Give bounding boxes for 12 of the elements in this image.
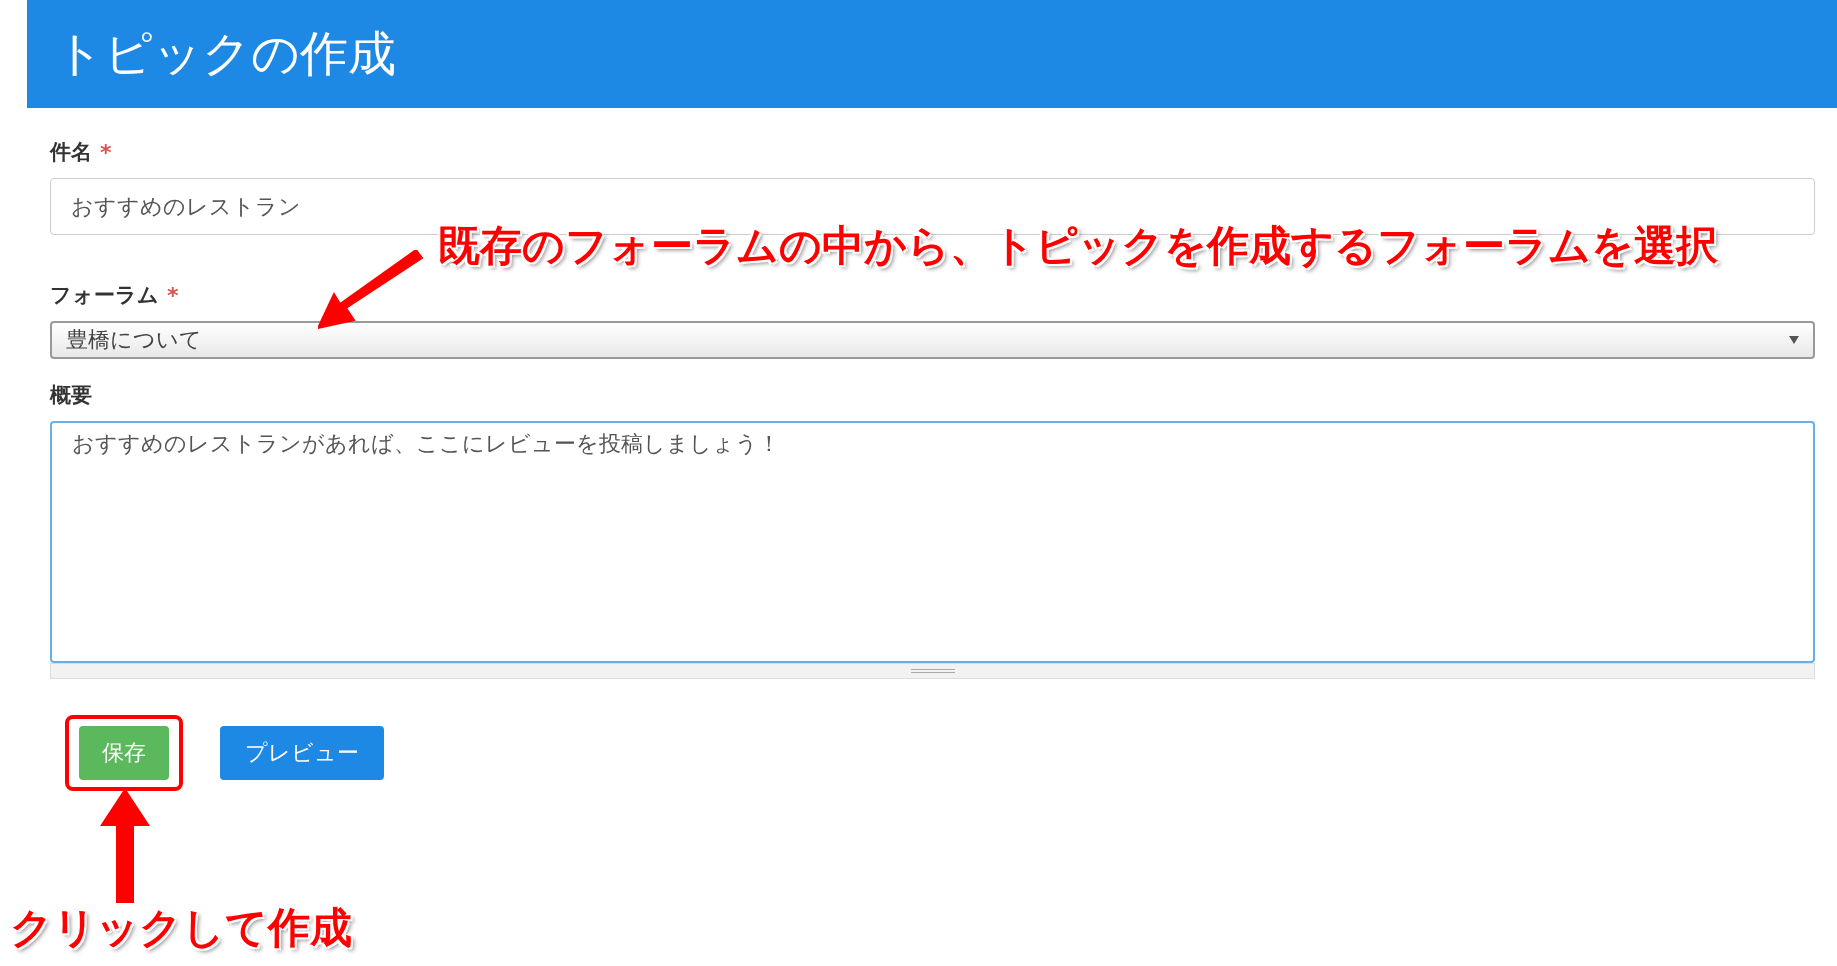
preview-button[interactable]: プレビュー [220,726,384,780]
summary-textarea[interactable]: おすすめのレストランがあれば、ここにレビューを投稿しましょう！ [50,421,1815,663]
annotation-text: クリックして作成 [10,902,352,954]
field-label: 件名 [50,139,92,166]
required-mark: * [167,282,179,308]
page-title: トピックの作成 [55,24,396,83]
field-label: 概要 [50,382,92,409]
field-label: フォーラム [50,282,159,309]
required-mark: * [100,139,112,165]
caret-icon [1789,336,1799,344]
forum-select[interactable]: 豊橋について [50,321,1815,359]
resize-handle[interactable] [50,663,1815,679]
